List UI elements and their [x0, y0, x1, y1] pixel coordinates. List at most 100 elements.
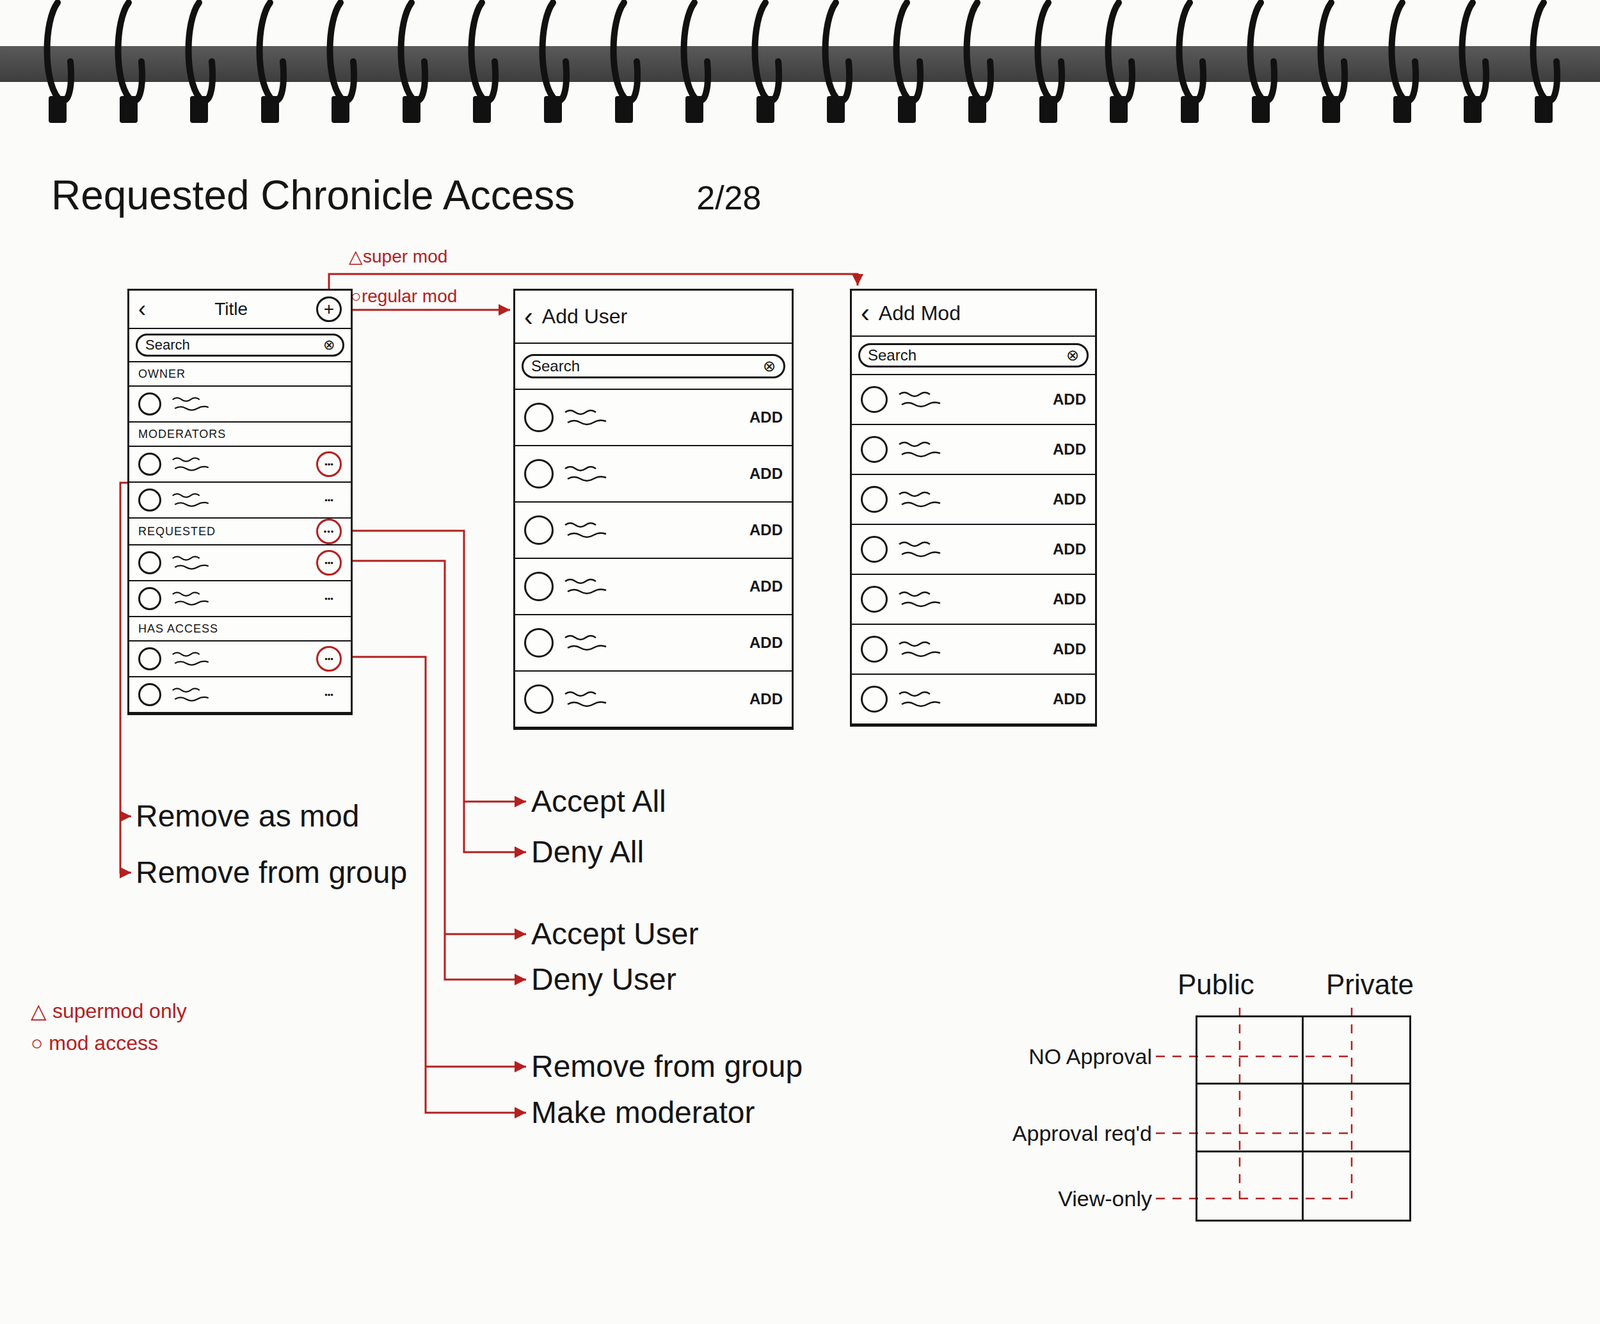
matrix-dash-line — [1155, 1055, 1352, 1058]
user-row: ••• — [129, 581, 351, 617]
matrix-cell — [1303, 1152, 1410, 1220]
clear-icon: ⊗ — [762, 357, 776, 376]
add-user-button: ADD — [749, 408, 783, 427]
search-field: Search ⊗ — [521, 353, 786, 379]
section-label: OWNER — [129, 362, 351, 387]
add-user-button: ADD — [749, 577, 783, 596]
binding-coil-icon — [321, 0, 359, 148]
menu-option: Accept All — [531, 782, 667, 821]
matrix-column-label: Private — [1326, 967, 1414, 1002]
search-row: Search⊗ — [129, 328, 351, 363]
matrix-dash-line — [1351, 1007, 1353, 1199]
name-scribble-icon — [897, 687, 950, 711]
user-row: ADD — [851, 574, 1096, 625]
menu-connector — [341, 560, 527, 980]
add-user-button: ADD — [1052, 390, 1087, 409]
page-date: 2/28 — [696, 177, 761, 218]
add-user-button: ADD — [749, 464, 783, 484]
binding-coil-icon — [604, 0, 642, 148]
menu-connector — [341, 530, 527, 852]
binding-coil-icon — [533, 0, 571, 148]
avatar — [524, 684, 554, 714]
name-scribble-icon — [897, 637, 950, 661]
user-row: ADD — [515, 389, 792, 447]
user-row: ADD — [515, 558, 792, 616]
user-row: ••• — [129, 482, 351, 519]
name-scribble-icon — [897, 487, 950, 511]
binding-coil-icon — [1524, 0, 1562, 148]
binding-coil-icon — [1383, 0, 1421, 148]
matrix-row-label: NO Approval — [1028, 1041, 1152, 1071]
row-menu-button: ••• — [316, 549, 342, 576]
search-placeholder: Search — [531, 357, 580, 376]
group-screen: ‹Title+Search⊗OWNERMODERATORS••••••REQUE… — [127, 288, 353, 715]
section-title: REQUESTED — [138, 524, 216, 539]
add-user-button: ADD — [1052, 590, 1087, 609]
binding-coil-icon — [816, 0, 854, 148]
name-scribble-icon — [563, 518, 616, 542]
search-row: Search ⊗ — [851, 336, 1096, 376]
add-user-screen: ‹Add UserSearch⊗ADDADDADDADDADDADD — [513, 288, 794, 730]
page-heading: Requested Chronicle Access 2/28 — [0, 168, 1600, 221]
user-row: ••• — [129, 641, 351, 678]
user-row: ADD — [851, 624, 1096, 675]
matrix-cell — [1197, 1152, 1304, 1220]
add-user-button: ADD — [749, 633, 783, 653]
user-row: ADD — [515, 502, 792, 559]
binding-coil-icon — [38, 0, 76, 148]
name-scribble-icon — [897, 587, 950, 611]
name-scribble-icon — [563, 405, 616, 429]
page-title: Requested Chronicle Access — [51, 170, 575, 221]
section-label: HAS ACCESS — [129, 616, 351, 642]
user-row: ••• — [129, 677, 351, 713]
legend-entry: △ supermod only — [30, 998, 187, 1023]
menu-option: Remove from group — [135, 853, 408, 892]
section-label: MODERATORS — [129, 422, 351, 447]
menu-option: Remove from group — [531, 1047, 803, 1086]
search-placeholder: Search — [867, 346, 917, 365]
add-user-button: ADD — [749, 689, 783, 709]
binding-coil-icon — [887, 0, 925, 148]
avatar — [138, 488, 162, 512]
binding-coil-icon — [179, 0, 217, 148]
row-menu-button: ••• — [316, 487, 342, 513]
avatar — [138, 682, 162, 706]
binding-coil-icon — [746, 0, 784, 148]
avatar — [524, 402, 554, 432]
section-title: OWNER — [138, 367, 186, 381]
name-scribble-icon — [171, 392, 217, 416]
user-row: ADD — [515, 446, 792, 503]
super-mod-label: △super mod — [348, 245, 448, 268]
add-user-button: ADD — [1052, 689, 1087, 709]
name-scribble-icon — [897, 537, 950, 561]
binding-coil-icon — [958, 0, 996, 148]
row-menu-button: ••• — [316, 645, 342, 672]
name-scribble-icon — [171, 488, 217, 512]
binding-coil-icon — [109, 0, 147, 148]
binding-coil-icon — [675, 0, 713, 148]
add-user-button: ADD — [1052, 540, 1087, 559]
user-row: ••• — [129, 545, 351, 582]
section-label: REQUESTED ••• — [129, 518, 351, 546]
name-scribble-icon — [171, 452, 217, 476]
back-button: ‹ — [524, 303, 534, 331]
matrix-cell — [1303, 1084, 1410, 1152]
binding-coil-icon — [1029, 0, 1067, 148]
name-scribble-icon — [897, 437, 950, 461]
screen-header: ‹Add Mod — [851, 290, 1096, 337]
search-field: Search ⊗ — [858, 343, 1089, 368]
user-row: ADD — [851, 474, 1096, 525]
legend-entry: ○ mod access — [30, 1030, 159, 1055]
user-row: ADD — [851, 524, 1096, 575]
name-scribble-icon — [563, 631, 616, 655]
binding-coil-icon — [1241, 0, 1279, 148]
clear-icon: ⊗ — [1066, 346, 1080, 365]
avatar — [860, 635, 888, 663]
user-row — [129, 386, 351, 423]
user-row: ADD — [851, 375, 1096, 425]
menu-option: Remove as mod — [135, 796, 360, 836]
search-row: Search ⊗ — [515, 343, 792, 390]
add-user-button: ADD — [749, 520, 783, 540]
matrix-dash-line — [1239, 1007, 1241, 1199]
section-menu-button: ••• — [316, 518, 342, 544]
